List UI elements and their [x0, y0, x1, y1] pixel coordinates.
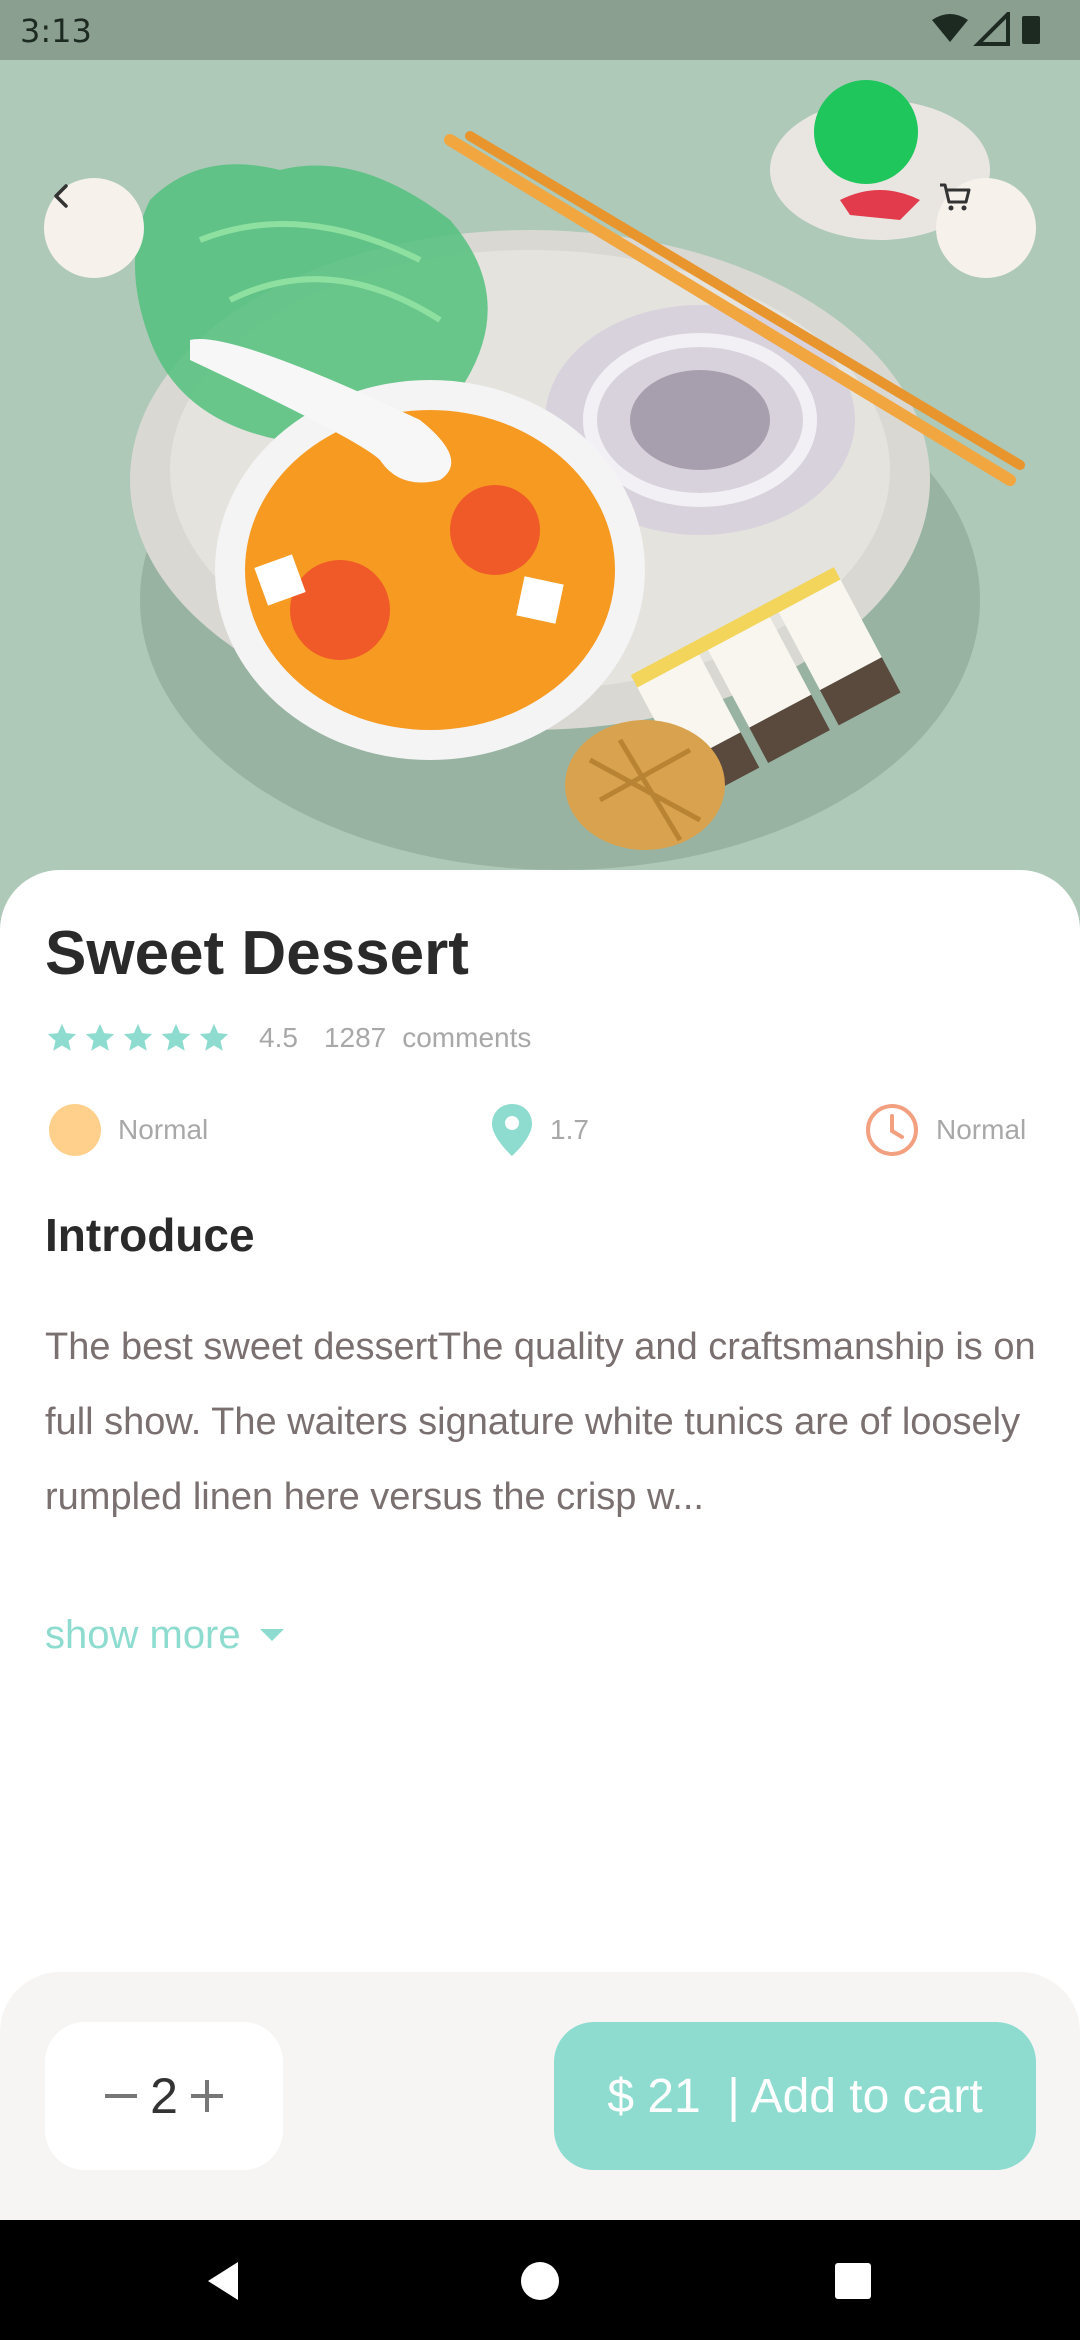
battery-icon: [1022, 16, 1040, 44]
level-dot-icon: [49, 1104, 101, 1156]
signal-icon: [973, 12, 1010, 46]
add-to-cart-button[interactable]: $ 21 | Add to cart: [554, 2022, 1036, 2170]
chevron-left-icon: [54, 184, 68, 208]
add-to-cart-label: $ 21 | Add to cart: [607, 2069, 983, 2123]
show-more-link[interactable]: show more: [45, 1610, 285, 1660]
quantity-value: 2: [150, 2068, 178, 2124]
comment-count: 1287: [323, 1022, 387, 1053]
location-pin-icon: [492, 1104, 532, 1156]
star-icon: [85, 1023, 115, 1051]
product-title: Sweet Dessert: [45, 919, 469, 988]
star-icon: [47, 1023, 77, 1051]
decrease-button[interactable]: [96, 2071, 146, 2121]
minus-icon: [105, 2094, 138, 2098]
caret-down-icon: [259, 1629, 284, 1641]
back-triangle-icon[interactable]: [200, 2256, 250, 2306]
status-bar: 3:13: [0, 0, 1080, 60]
rating-row: 4.5 1287 comments: [45, 1018, 531, 1058]
introduce-heading: Introduce: [45, 1209, 255, 1261]
level-info: Normal: [48, 1102, 208, 1158]
cart-action-bar: 2 $ 21 | Add to cart: [0, 1972, 1080, 2222]
status-time: 3:13: [20, 12, 92, 50]
time-info: Normal: [864, 1102, 1026, 1158]
clock-icon: [866, 1104, 918, 1156]
star-icon: [161, 1023, 191, 1051]
rating-value: 4.5: [259, 1022, 298, 1053]
level-label: Normal: [118, 1114, 209, 1145]
comments-label: comments: [402, 1022, 532, 1053]
status-icons: [932, 12, 1040, 46]
star-rating: [45, 1021, 231, 1055]
shopping-cart-icon: [940, 183, 971, 211]
recents-square-icon[interactable]: [828, 2256, 878, 2306]
distance-value: 1.7: [550, 1114, 589, 1145]
star-icon: [123, 1023, 153, 1051]
wifi-icon: [932, 14, 968, 42]
home-circle-icon[interactable]: [515, 2256, 565, 2306]
distance-info: 1.7: [490, 1102, 589, 1158]
show-more-label: show more: [45, 1612, 241, 1657]
cart-button[interactable]: [936, 178, 1036, 278]
star-icon: [199, 1023, 229, 1051]
time-label: Normal: [936, 1114, 1027, 1145]
food-illustration: [0, 60, 1080, 940]
product-description: The best sweet dessertThe quality and cr…: [45, 1326, 1036, 1518]
plus-icon: [190, 2080, 223, 2112]
back-button[interactable]: [44, 178, 144, 278]
hero-image: [0, 60, 1080, 940]
product-detail-card: Sweet Dessert 4.5 1287 comments Normal 1…: [0, 870, 1080, 1970]
quantity-stepper: 2: [45, 2022, 283, 2170]
system-nav-bar: [0, 2220, 1080, 2340]
increase-button[interactable]: [182, 2071, 232, 2121]
